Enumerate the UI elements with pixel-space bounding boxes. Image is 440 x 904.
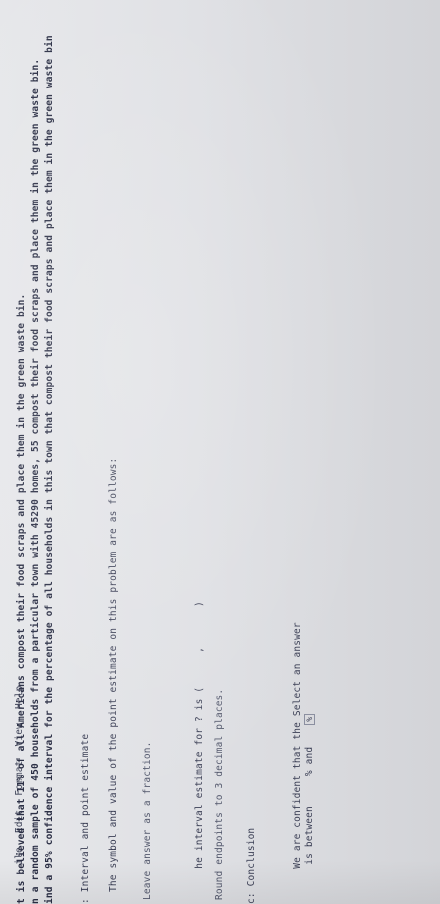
round-note: Round endpoints to 3 decimal places. [214, 688, 225, 900]
conclusion-row-2: is between % and% [292, 713, 328, 900]
problem-line-2: n a random sample of 450 households from… [30, 58, 41, 904]
problem-line-1: t is believed that 11% of all Americans … [16, 293, 27, 904]
upper-percent-box[interactable]: % [304, 713, 315, 725]
interval-suffix: ) [194, 601, 205, 607]
percent-and: % and [304, 746, 315, 777]
problem-line-3: ind a 95% confidence interval for the pe… [44, 35, 55, 904]
percent-end: % [305, 716, 314, 722]
text-document: ileEditFormatViewHelp t is believed that… [0, 0, 440, 904]
interval-estimate-row: he interval estimate for ? is (,) [182, 601, 218, 904]
point-estimate-prompt: The symbol and value of the point estima… [108, 457, 119, 892]
between-prefix: is between [304, 806, 315, 865]
answer-select[interactable]: Select an answer [292, 622, 303, 716]
screen: ileEditFormatViewHelp t is believed that… [0, 0, 440, 904]
interval-comma: , [194, 646, 205, 653]
interval-prefix: he interval estimate for ? is ( [194, 686, 205, 869]
fraction-note: Leave answer as a fraction. [142, 741, 153, 900]
part-a-heading: : Interval and point estimate [80, 733, 91, 904]
part-c-heading: c: Conclusion [246, 827, 257, 904]
